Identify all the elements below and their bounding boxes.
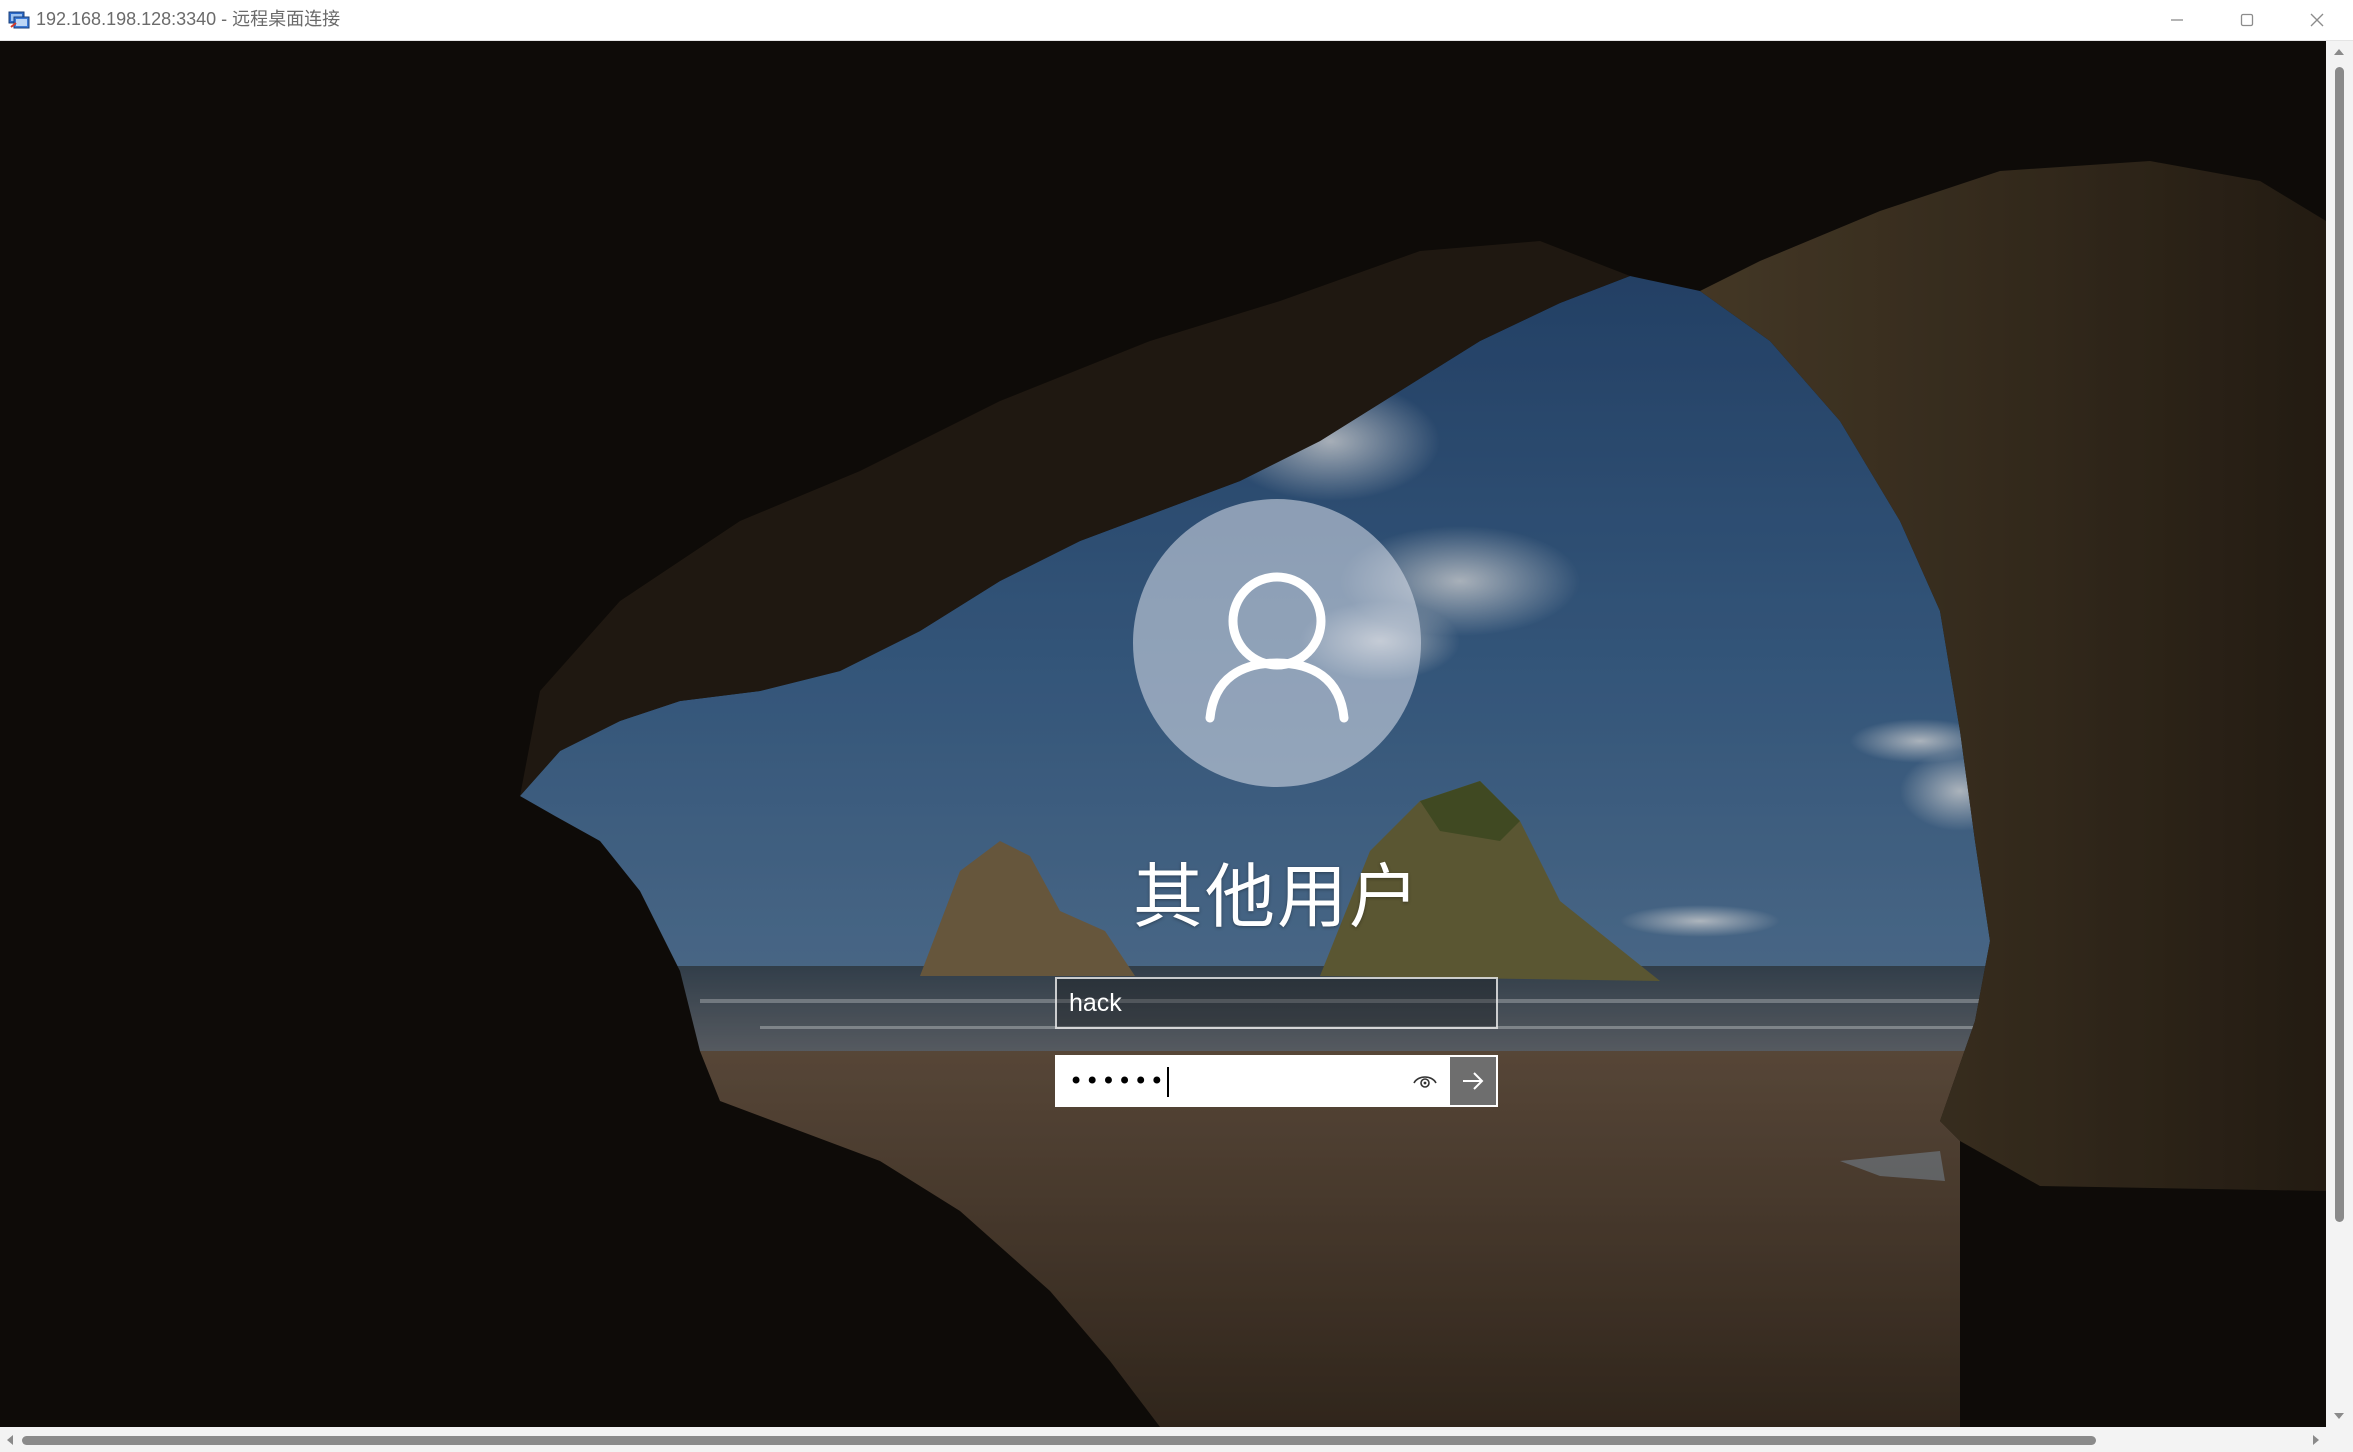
password-mask: ••••••	[1069, 1067, 1166, 1095]
user-avatar	[1133, 499, 1421, 787]
scroll-up-icon[interactable]	[2334, 49, 2344, 55]
maximize-button[interactable]	[2212, 0, 2282, 40]
password-input[interactable]: ••••••	[1057, 1057, 1450, 1105]
eye-icon[interactable]	[1412, 1069, 1438, 1093]
horizontal-scrollbar[interactable]	[0, 1427, 2326, 1452]
scroll-left-icon[interactable]	[7, 1435, 13, 1445]
scrollbar-corner	[2326, 1427, 2353, 1452]
title-bar[interactable]: 192.168.198.128:3340 - 远程桌面连接	[0, 0, 2353, 41]
scroll-down-icon[interactable]	[2334, 1413, 2344, 1419]
text-caret	[1166, 1067, 1169, 1097]
password-field-group: ••••••	[1055, 1055, 1498, 1107]
horizontal-scroll-thumb[interactable]	[22, 1436, 2096, 1445]
arrow-right-icon	[1463, 1072, 1484, 1090]
minimize-icon	[2171, 19, 2183, 21]
maximize-icon	[2240, 13, 2254, 27]
minimize-button[interactable]	[2142, 0, 2212, 40]
close-icon	[2310, 13, 2324, 27]
scroll-right-icon[interactable]	[2313, 1435, 2319, 1445]
close-button[interactable]	[2282, 0, 2352, 40]
remote-session-viewport[interactable]: 其他用户 hack ••••••	[0, 41, 2326, 1427]
vertical-scroll-thumb[interactable]	[2335, 67, 2344, 1222]
submit-button[interactable]	[1450, 1057, 1496, 1105]
user-avatar-icon	[1205, 572, 1349, 723]
remote-desktop-icon	[8, 11, 30, 29]
rdp-window: 192.168.198.128:3340 - 远程桌面连接 其他用户 hack …	[0, 0, 2353, 1452]
window-title: 192.168.198.128:3340 - 远程桌面连接	[36, 9, 341, 29]
account-name: 其他用户	[1133, 858, 1421, 936]
vertical-scrollbar[interactable]	[2326, 41, 2353, 1427]
lock-screen-background	[0, 41, 2326, 1427]
username-input[interactable]: hack	[1055, 977, 1498, 1029]
